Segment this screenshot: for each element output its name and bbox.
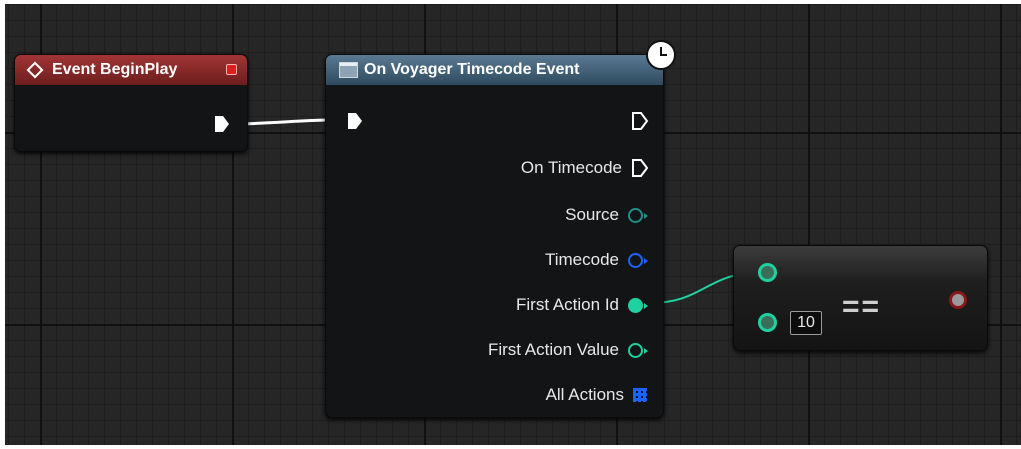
event-diamond-icon — [26, 61, 44, 79]
exec-output-pin[interactable] — [213, 114, 231, 134]
window-icon — [339, 62, 358, 78]
pin-row-on-timecode[interactable]: On Timecode — [521, 156, 649, 180]
pin-row-timecode[interactable]: Timecode — [545, 248, 649, 272]
clock-icon — [646, 40, 676, 70]
exec-input-pin[interactable] — [346, 111, 364, 131]
pin-row-all-actions[interactable]: All Actions — [546, 383, 649, 407]
pin-label: First Action Value — [487, 340, 619, 359]
event-beginplay-title: Event BeginPlay — [52, 61, 178, 78]
int-pin-icon-connected[interactable] — [628, 297, 648, 313]
event-beginplay-header[interactable]: Event BeginPlay — [15, 55, 247, 85]
pin-row-first-action-id[interactable]: First Action Id — [516, 293, 649, 317]
pin-label: First Action Id — [516, 295, 619, 314]
pin-row-source[interactable]: Source — [565, 203, 649, 227]
pin-label: Timecode — [544, 250, 619, 269]
equal-input-a-pin[interactable] — [758, 263, 777, 282]
timecode-event-title: On Voyager Timecode Event — [364, 61, 580, 78]
bool-output-pin[interactable] — [949, 291, 967, 309]
pin-row-first-action-value[interactable]: First Action Value — [488, 338, 649, 362]
equal-input-b-pin[interactable] — [758, 313, 777, 332]
timecode-event-header[interactable]: On Voyager Timecode Event — [326, 55, 663, 85]
exec-output-pin[interactable] — [631, 111, 649, 131]
equal-operator-label: == — [842, 290, 882, 323]
object-pin-icon[interactable] — [628, 207, 648, 223]
timecode-event-node[interactable]: On Voyager Timecode Event On Timecode So… — [325, 54, 664, 418]
pin-label: All Actions — [545, 385, 624, 404]
map-pin-icon[interactable] — [633, 388, 647, 402]
event-beginplay-node[interactable]: Event BeginPlay — [14, 54, 248, 152]
exec-pin-icon[interactable] — [631, 158, 649, 178]
struct-pin-icon[interactable] — [628, 252, 648, 268]
pin-label: On Timecode — [520, 158, 622, 177]
delegate-pin-icon[interactable] — [226, 64, 237, 75]
equal-default-value-input[interactable]: 10 — [790, 311, 822, 335]
int-pin-icon[interactable] — [628, 342, 648, 358]
pin-label: Source — [565, 205, 619, 224]
